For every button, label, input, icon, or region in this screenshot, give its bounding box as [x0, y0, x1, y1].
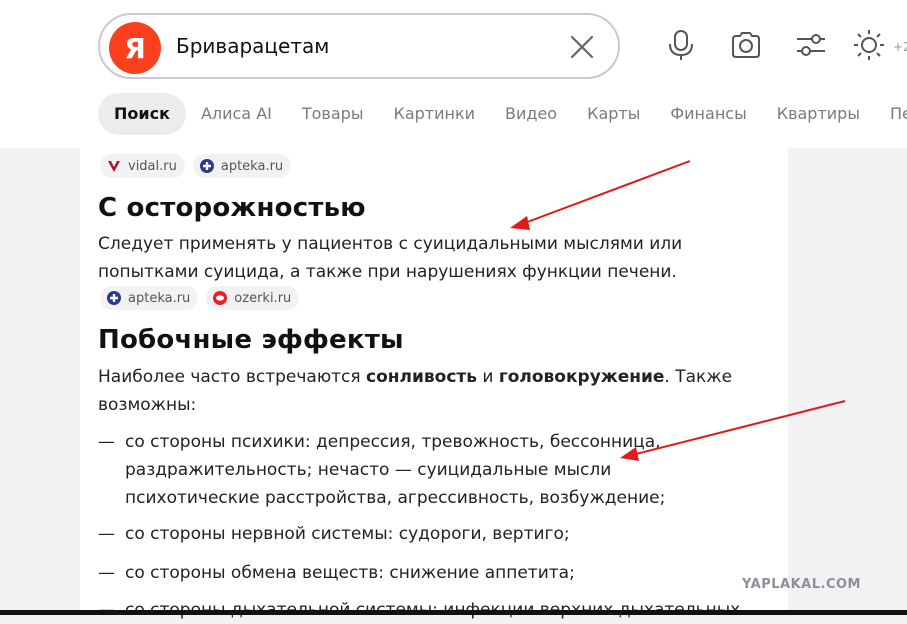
- bold-drowsiness: сонливость: [366, 367, 477, 387]
- ozerki-logo-icon: [213, 291, 228, 305]
- source-chips-top: vidal.ru apteka.ru: [100, 154, 292, 178]
- header: Я +2 Поиск Алиса AI Товары Картинки Виде…: [0, 0, 907, 148]
- source-chips-caution: apteka.ru ozerki.ru: [100, 286, 300, 310]
- yandex-logo[interactable]: Я: [109, 22, 161, 74]
- search-input[interactable]: [176, 29, 556, 63]
- list-item-text: со стороны психики: депрессия, тревожнос…: [125, 432, 666, 508]
- clear-icon[interactable]: [568, 33, 596, 61]
- list-dash: —: [98, 432, 115, 452]
- tab-apartments[interactable]: Квартиры: [762, 93, 875, 135]
- list-item: — со стороны психики: депрессия, тревожн…: [98, 428, 768, 512]
- search-tabs: Поиск Алиса AI Товары Картинки Видео Кар…: [98, 93, 907, 135]
- source-chip-apteka[interactable]: apteka.ru: [100, 286, 199, 310]
- source-chip-apteka[interactable]: apteka.ru: [192, 154, 292, 178]
- bold-dizziness: головокружение: [498, 367, 665, 387]
- tab-alice-ai[interactable]: Алиса AI: [186, 93, 287, 135]
- vidal-logo-icon: [108, 161, 120, 172]
- apteka-logo-icon: [199, 159, 214, 173]
- apteka-logo-icon: [107, 291, 121, 305]
- toolbar-extra-text: +2: [893, 40, 907, 54]
- source-chip-label: apteka.ru: [220, 158, 284, 174]
- source-chip-ozerki[interactable]: ozerki.ru: [206, 286, 300, 310]
- list-dash: —: [98, 524, 115, 544]
- caution-heading: С осторожностью: [98, 193, 366, 223]
- watermark: YAPLAKAL.COM: [742, 577, 861, 592]
- tab-search[interactable]: Поиск: [98, 93, 186, 135]
- tab-products[interactable]: Товары: [287, 93, 379, 135]
- source-chip-label: apteka.ru: [128, 290, 191, 306]
- bottom-edge-bar: [0, 610, 907, 615]
- camera-icon[interactable]: [729, 28, 763, 62]
- list-item: — со стороны обмена веществ: снижение ап…: [98, 559, 768, 587]
- list-item-text: со стороны обмена веществ: снижение аппе…: [125, 563, 575, 583]
- tab-images[interactable]: Картинки: [378, 93, 490, 135]
- search-box: Я: [98, 13, 620, 79]
- tab-finance[interactable]: Финансы: [655, 93, 761, 135]
- microphone-icon[interactable]: [664, 28, 698, 62]
- answer-card: vidal.ru apteka.ru С осторожностью Следу…: [80, 148, 788, 620]
- side-effects-heading: Побочные эффекты: [98, 325, 404, 355]
- sun-theme-icon[interactable]: [852, 28, 886, 62]
- side-effects-intro: Наиболее часто встречаются сонливость и …: [98, 367, 733, 415]
- list-item: — со стороны нервной системы: судороги, …: [98, 520, 768, 548]
- source-chip-label: vidal.ru: [128, 158, 177, 174]
- source-chip-vidal[interactable]: vidal.ru: [100, 154, 185, 178]
- caution-text: Следует применять у пациентов с суицидал…: [98, 234, 683, 282]
- tab-video[interactable]: Видео: [490, 93, 572, 135]
- tab-more[interactable]: Пере: [875, 93, 907, 135]
- tab-maps[interactable]: Карты: [572, 93, 655, 135]
- list-dash: —: [98, 563, 115, 583]
- list-item-text: со стороны нервной системы: судороги, ве…: [125, 524, 570, 544]
- source-chip-label: ozerki.ru: [234, 290, 292, 306]
- filter-settings-icon[interactable]: [794, 28, 828, 62]
